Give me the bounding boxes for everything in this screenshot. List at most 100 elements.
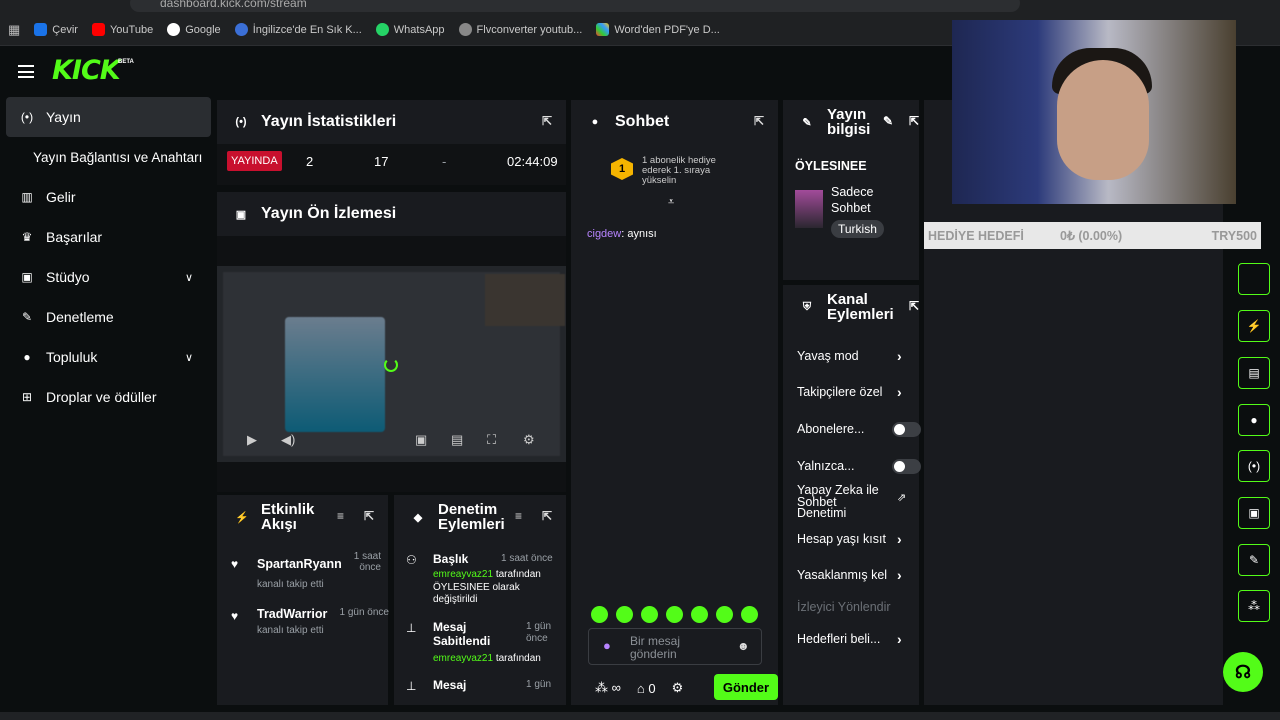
rail-button[interactable]: ⚡: [1238, 310, 1270, 342]
emote-icon[interactable]: [641, 606, 658, 623]
edit-icon[interactable]: ✎: [883, 114, 893, 128]
followers-only-row[interactable]: Takipçilere özel ›: [797, 384, 907, 400]
set-goals-row[interactable]: Hedefleri beli... ›: [797, 631, 907, 647]
filter-icon[interactable]: ≡: [337, 509, 344, 523]
panel-header: ⛨ Kanal Eylemleri ⇱: [783, 285, 919, 329]
bookmark-cevir[interactable]: Çevir: [34, 23, 78, 36]
rank-badge: 1: [611, 158, 633, 180]
bookmark-whatsapp[interactable]: WhatsApp: [375, 23, 445, 36]
activity-user[interactable]: SpartanRyann: [257, 557, 342, 571]
apps-icon[interactable]: ▦: [8, 22, 20, 38]
bookmark-flvconverter[interactable]: Flvconverter youtub...: [458, 23, 583, 36]
sidebar-item-studio[interactable]: ▣ Stüdyo ∨: [6, 257, 211, 297]
pip-icon[interactable]: ▣: [415, 432, 427, 448]
raid-row[interactable]: İzleyici Yönlendir: [797, 600, 907, 614]
sidebar-item-stream-key[interactable]: Yayın Bağlantısı ve Anahtarı: [6, 137, 211, 177]
sidebar-item-achievements[interactable]: ♛ Başarılar: [6, 217, 211, 257]
emoji-icon[interactable]: ☻: [737, 640, 750, 653]
subscribers-only-row: Abonelere...: [797, 421, 921, 437]
row-label: Hesap yaşı kısıt: [797, 532, 886, 546]
send-button[interactable]: Gönder: [714, 674, 778, 700]
user-edit-icon: ⚇: [406, 553, 417, 567]
menu-icon[interactable]: [18, 65, 34, 78]
channel-actions-panel: ⛨ Kanal Eylemleri ⇱ Yavaş mod › Takipçiler…: [783, 285, 921, 705]
settings-icon[interactable]: ⚙: [523, 432, 535, 448]
chat-input[interactable]: ● Bir mesaj gönderin ☻: [588, 628, 762, 665]
store-count: 0: [648, 680, 656, 696]
mod-action-user[interactable]: emreayvaz21: [433, 569, 493, 580]
emote-icon[interactable]: [666, 606, 683, 623]
rail-button[interactable]: ●: [1238, 404, 1270, 436]
subscribers-only-toggle[interactable]: [892, 421, 921, 437]
account-age-row[interactable]: Hesap yaşı kısıt ›: [797, 531, 907, 547]
category-thumbnail[interactable]: [795, 190, 823, 228]
sidebar-item-community[interactable]: ● Topluluk ∨: [6, 337, 211, 377]
mod-action-item: ⊥ Mesaj 1 gün: [406, 678, 556, 699]
rail-button[interactable]: ✎: [1238, 544, 1270, 576]
sidebar-item-moderation[interactable]: ✎ Denetleme: [6, 297, 211, 337]
panel-title-line: bilgisi: [827, 121, 871, 138]
popout-icon[interactable]: ⇱: [364, 509, 374, 523]
rail-button[interactable]: [1238, 263, 1270, 295]
popout-icon[interactable]: ⇱: [909, 114, 919, 128]
collapse-icon[interactable]: ⩡: [668, 196, 674, 209]
mod-action-time: 1 gün önce: [526, 621, 552, 644]
chevron-down-icon[interactable]: ∨: [185, 271, 193, 284]
sidebar-item-stream[interactable]: (•) Yayın: [6, 97, 211, 137]
emote-icon[interactable]: [741, 606, 758, 623]
os-taskbar: [0, 712, 1280, 720]
users-icon: ●: [23, 350, 31, 364]
fullscreen-icon[interactable]: ⛶: [487, 432, 496, 448]
mod-action-user[interactable]: emreayvaz21: [433, 653, 493, 664]
panel-title: Etkinlik Akışı: [261, 502, 314, 532]
gift-goal-bar: HEDİYE HEDEFİ 0₺ (0.00%) TRY500: [924, 222, 1261, 249]
store-button[interactable]: ⌂ 0: [637, 681, 656, 696]
rail-button[interactable]: ⁂: [1238, 590, 1270, 622]
slow-mode-row[interactable]: Yavaş mod ›: [797, 348, 907, 364]
google-icon: [167, 23, 181, 36]
bookmark-youtube[interactable]: YouTube: [91, 23, 153, 36]
bookmark-label: Flvconverter youtub...: [476, 23, 583, 36]
emote-icon[interactable]: [716, 606, 733, 623]
stream-info-panel: ✎ Yayın bilgisi ✎ ⇱ ÖYLESINEE Sadece Sohbe…: [783, 100, 919, 280]
bookmark-ingilizce[interactable]: İngilizce'de En Sık K...: [234, 23, 362, 36]
popout-icon[interactable]: ⇱: [542, 114, 552, 128]
sub-gift-prompt[interactable]: 1 abonelik hediye ederek 1. sıraya yükse…: [642, 156, 716, 186]
kick-logo[interactable]: KICK: [52, 55, 121, 86]
ai-moderation-row[interactable]: Yapay Zeka ile Sohbet Denetimi ⇗: [797, 484, 906, 520]
settings-icon[interactable]: ⚙: [672, 680, 684, 696]
bookmark-google[interactable]: Google: [167, 23, 221, 36]
chevron-down-icon[interactable]: ∨: [185, 351, 193, 364]
emote-only-toggle[interactable]: [892, 458, 921, 474]
play-icon[interactable]: ▶: [247, 432, 257, 448]
chat-username[interactable]: cigdew: [587, 228, 621, 240]
stats-row: YAYINDA 2 17 - 02:44:09: [217, 144, 566, 185]
filter-icon[interactable]: ≡: [515, 509, 522, 523]
rail-button[interactable]: (•): [1238, 450, 1270, 482]
theater-icon[interactable]: ▤: [451, 432, 463, 448]
goal-target: TRY500: [1211, 228, 1257, 243]
popout-icon[interactable]: ⇱: [542, 509, 552, 523]
popout-icon[interactable]: ⇱: [909, 299, 919, 313]
help-button[interactable]: ☊: [1223, 652, 1263, 692]
preview-video[interactable]: ▶ ◀) ▣ ▤ ⛶ ⚙: [217, 266, 566, 462]
points-icon[interactable]: ⁂ ∞: [595, 680, 621, 696]
url-bar[interactable]: dashboard.kick.com/stream: [130, 0, 1020, 12]
emote-icon[interactable]: [591, 606, 608, 623]
emote-icon[interactable]: [691, 606, 708, 623]
sidebar-item-drops[interactable]: ⊞ Droplar ve ödüller: [6, 377, 211, 417]
goal-value: 0₺ (0.00%): [1060, 229, 1123, 243]
category-name[interactable]: Sadece Sohbet: [831, 184, 873, 216]
sidebar-item-revenue[interactable]: ▥ Gelir: [6, 177, 211, 217]
banned-words-row[interactable]: Yasaklanmış kel ›: [797, 567, 907, 583]
chat-icon: ●: [591, 116, 599, 128]
emote-icon[interactable]: [616, 606, 633, 623]
bookmark-word-pdf[interactable]: Word'den PDF'ye D...: [596, 23, 720, 36]
activity-user[interactable]: TradWarrior: [257, 607, 327, 621]
popout-icon[interactable]: ⇱: [754, 114, 764, 128]
rail-button[interactable]: ▤: [1238, 357, 1270, 389]
volume-icon[interactable]: ◀): [281, 432, 295, 448]
chevron-right-icon: ›: [897, 531, 902, 547]
microphone-icon[interactable]: ●: [603, 639, 611, 652]
rail-button[interactable]: ▣: [1238, 497, 1270, 529]
